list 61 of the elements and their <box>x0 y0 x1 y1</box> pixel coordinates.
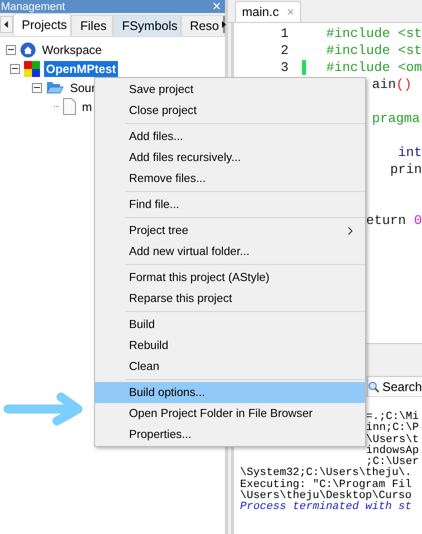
tree-item[interactable]: Workspace <box>40 42 104 58</box>
scroll-right-button[interactable] <box>223 16 225 33</box>
line-number: 1 <box>280 26 289 41</box>
submenu-chevron-icon <box>348 226 353 234</box>
tab[interactable]: Files <box>71 15 113 36</box>
line-number: 2 <box>280 43 289 58</box>
menu-item[interactable]: Close project <box>95 100 365 121</box>
line-number: 3 <box>280 60 289 75</box>
right-arrow-icon <box>222 21 226 28</box>
project-icon <box>24 60 40 76</box>
tree-item[interactable]: Sour <box>68 80 98 96</box>
search-tab[interactable]: Search <box>367 376 422 396</box>
code-line: #include <st <box>326 26 422 41</box>
scroll-left-button[interactable] <box>0 16 13 33</box>
menu-item[interactable]: Find file... <box>95 194 365 215</box>
menu-item[interactable]: Clean <box>95 356 365 377</box>
panel-title: Management <box>1 0 66 12</box>
file-icon <box>63 98 76 115</box>
code-line: prin <box>390 162 422 177</box>
log-line: indowsAp <box>366 446 419 457</box>
code-line: int <box>398 145 422 160</box>
home-icon <box>20 42 36 58</box>
editor-tab[interactable]: main.c × <box>235 1 302 22</box>
menu-item[interactable]: Save project <box>95 79 365 100</box>
menu-item[interactable]: Add files... <box>95 126 365 147</box>
menu-item[interactable]: Reparse this project <box>95 288 365 309</box>
collapse-toggle[interactable] <box>32 82 42 92</box>
tab[interactable]: Reso <box>180 15 225 36</box>
code-line: #include <st <box>326 43 422 58</box>
code-line: #include <om <box>326 60 422 75</box>
menu-item[interactable]: Rebuild <box>95 335 365 356</box>
tree-item[interactable]: OpenMPtest <box>44 60 118 76</box>
log-line: \System32;C:\Users\theju\. <box>239 468 412 480</box>
log-line: \Users\theju\Desktop\Curso <box>239 491 412 502</box>
log-line: Executing: "C:\Program Fil <box>239 480 412 491</box>
menu-item[interactable]: Open Project Folder in File Browser <box>95 403 365 424</box>
collapse-toggle[interactable] <box>10 64 20 74</box>
menu-item[interactable]: Build <box>95 314 365 335</box>
code-line: pragma <box>372 111 420 126</box>
code-line: ain() <box>372 77 412 92</box>
menu-item[interactable]: Build options... <box>95 382 365 403</box>
menu-item[interactable]: Remove files... <box>95 168 365 189</box>
log-line: =.;C:\Mi <box>366 412 419 423</box>
log-line: Process terminated with st <box>239 502 412 514</box>
menu-item[interactable]: Add files recursively... <box>95 147 365 168</box>
menu-item[interactable]: Format this project (AStyle) <box>95 267 365 288</box>
tab-label: Search <box>382 380 422 394</box>
tree-item[interactable]: m <box>80 98 94 114</box>
menu-item[interactable]: Properties... <box>95 424 365 445</box>
log-line: inn;C:\P <box>366 423 419 434</box>
folder-icon <box>46 80 64 95</box>
left-arrow-icon <box>4 21 9 28</box>
tab[interactable]: Projects <box>12 13 72 36</box>
tab[interactable]: FSymbols <box>112 15 181 36</box>
code-line: eturn 0 <box>366 213 422 228</box>
tab-label: main.c <box>242 5 279 19</box>
log-line: \Users\t <box>366 434 419 446</box>
menu-item[interactable]: Add new virtual folder... <box>95 241 365 262</box>
collapse-toggle[interactable] <box>6 44 16 54</box>
log-line: ;C:\User <box>366 457 419 468</box>
menu-item[interactable]: Project tree <box>95 220 365 241</box>
